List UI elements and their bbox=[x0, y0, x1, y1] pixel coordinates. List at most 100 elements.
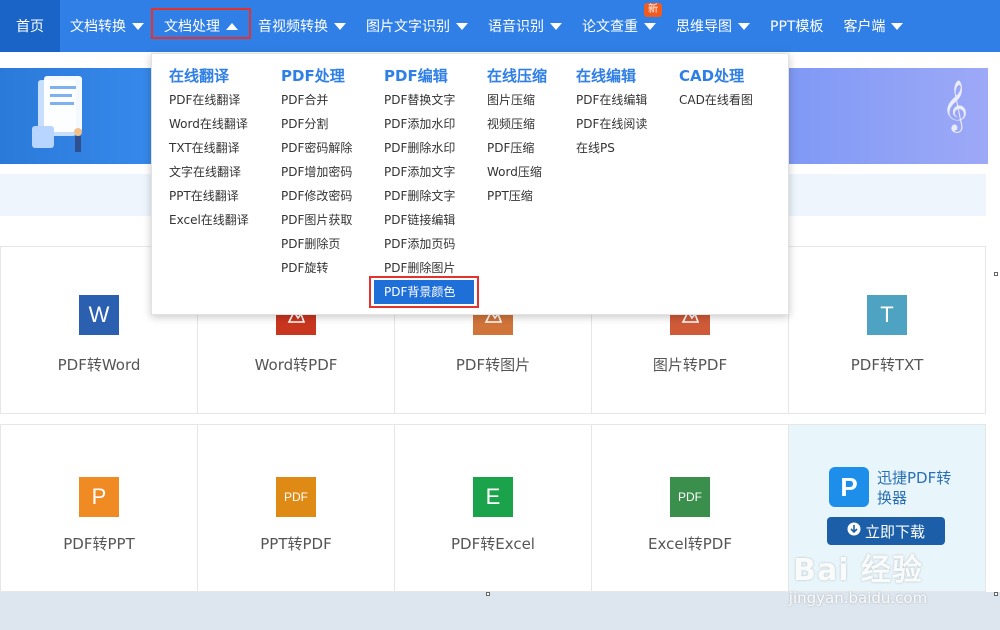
dropdown-item[interactable]: PDF删除水印 bbox=[384, 136, 474, 160]
dropdown-heading[interactable]: PDF处理 bbox=[281, 64, 352, 88]
caret-down-icon bbox=[891, 22, 904, 30]
dropdown-heading[interactable]: CAD处理 bbox=[679, 64, 753, 88]
dropdown-item[interactable]: PDF图片获取 bbox=[281, 208, 352, 232]
dropdown-item[interactable]: PDF删除文字 bbox=[384, 184, 474, 208]
dropdown-item-selected[interactable]: PDF背景颜色 bbox=[369, 276, 479, 308]
nav-item-label: 图片文字识别 bbox=[366, 19, 450, 35]
dropdown-column-cad-process: CAD处理 CAD在线看图 bbox=[679, 64, 753, 112]
caret-down-icon bbox=[738, 22, 750, 30]
caret-down-icon bbox=[644, 22, 656, 30]
dropdown-item[interactable]: 图片压缩 bbox=[487, 88, 547, 112]
nav-item-mindmap[interactable]: 思维导图 bbox=[666, 0, 760, 52]
dropdown-item[interactable]: 文字在线翻译 bbox=[169, 160, 249, 184]
dropdown-item[interactable]: PDF添加文字 bbox=[384, 160, 474, 184]
tool-tile-label: PDF转Word bbox=[57, 356, 141, 374]
nav-item-doc-process[interactable]: 文档处理 bbox=[151, 0, 251, 52]
tool-tile[interactable]: E PDF转Excel bbox=[394, 425, 591, 591]
nav-item-label: 论文查重 bbox=[582, 19, 638, 35]
dropdown-column-online-edit: 在线编辑 PDF在线编辑 PDF在线阅读 在线PS bbox=[576, 64, 647, 160]
ppt-icon: P bbox=[79, 477, 119, 517]
nav-item-doc-convert[interactable]: 文档转换 bbox=[60, 0, 154, 52]
dropdown-heading[interactable]: 在线编辑 bbox=[576, 64, 647, 88]
tool-tile-label: PDF转TXT bbox=[850, 356, 924, 374]
nav-item-label: 音视频转换 bbox=[258, 19, 328, 35]
dropdown-item[interactable]: PDF修改密码 bbox=[281, 184, 352, 208]
dropdown-column-pdf-edit: PDF编辑 PDF替换文字 PDF添加水印 PDF删除水印 PDF添加文字 PDF删除文字… bbox=[369, 64, 479, 308]
nav-item-label: PPT模板 bbox=[770, 19, 824, 35]
caret-up-icon bbox=[226, 22, 238, 30]
nav-item-ppt-template[interactable]: PPT模板 bbox=[760, 0, 833, 52]
tool-tile-label: PDF转PPT bbox=[63, 535, 135, 553]
nav-item-client[interactable]: 客户端 bbox=[833, 0, 913, 52]
dropdown-item[interactable]: PDF压缩 bbox=[487, 136, 547, 160]
nav-item-label: 语音识别 bbox=[488, 19, 544, 35]
caret-down-icon bbox=[456, 22, 468, 30]
dropdown-item[interactable]: Word在线翻译 bbox=[169, 112, 249, 136]
download-icon bbox=[847, 522, 861, 540]
dropdown-item[interactable]: PDF在线阅读 bbox=[576, 112, 647, 136]
caret-down-icon bbox=[550, 22, 562, 30]
tool-tile-label: PDF转Excel bbox=[451, 535, 535, 553]
nav-item-ocr[interactable]: 图片文字识别 bbox=[356, 0, 478, 52]
dropdown-column-pdf-process: PDF处理 PDF合并 PDF分割 PDF密码解除 PDF增加密码 PDF修改密码 PDF图… bbox=[281, 64, 352, 280]
nav-item-speech[interactable]: 语音识别 bbox=[478, 0, 572, 52]
txt-icon: T bbox=[867, 295, 907, 335]
nav-item-label: 文档处理 bbox=[164, 19, 220, 35]
watermark-sub: jingyan.baidu.com bbox=[788, 589, 928, 607]
baidu-watermark: Bai 经验 jingyan.baidu.com bbox=[768, 545, 948, 607]
nav-item-av-convert[interactable]: 音视频转换 bbox=[248, 0, 356, 52]
dropdown-item[interactable]: PDF旋转 bbox=[281, 256, 352, 280]
tool-tile[interactable]: P PDF转PPT bbox=[0, 425, 197, 591]
dropdown-item[interactable]: TXT在线翻译 bbox=[169, 136, 249, 160]
excel-icon: E bbox=[473, 477, 513, 517]
promo-title: 迅捷PDF转换器 bbox=[877, 469, 952, 507]
dropdown-item[interactable]: PDF合并 bbox=[281, 88, 352, 112]
dropdown-item[interactable]: 在线PS bbox=[576, 136, 647, 160]
dropdown-item[interactable]: PDF在线编辑 bbox=[576, 88, 647, 112]
tool-tile[interactable]: PDF PPT转PDF bbox=[197, 425, 394, 591]
dropdown-item[interactable]: PDF添加页码 bbox=[384, 232, 474, 256]
nav-item-label: 文档转换 bbox=[70, 19, 126, 35]
dropdown-heading[interactable]: PDF编辑 bbox=[384, 64, 474, 88]
resize-handle[interactable] bbox=[994, 272, 998, 276]
tool-tile-label: 图片转PDF bbox=[652, 356, 728, 374]
nav-item-home[interactable]: 首页 bbox=[0, 0, 60, 52]
nav-item-thesis-check[interactable]: 论文查重新 bbox=[572, 0, 666, 52]
dropdown-item[interactable]: Word压缩 bbox=[487, 160, 547, 184]
dropdown-heading[interactable]: 在线压缩 bbox=[487, 64, 547, 88]
dropdown-item[interactable]: PDF添加水印 bbox=[384, 112, 474, 136]
tool-tile-label: Excel转PDF bbox=[648, 535, 732, 553]
resize-handle[interactable] bbox=[994, 592, 998, 596]
caret-down-icon bbox=[132, 22, 144, 30]
tool-tile-label: Word转PDF bbox=[254, 356, 338, 374]
dropdown-column-online-compress: 在线压缩 图片压缩 视频压缩 PDF压缩 Word压缩 PPT压缩 bbox=[487, 64, 547, 208]
tool-tile[interactable]: PDF Excel转PDF bbox=[591, 425, 788, 591]
doc-processing-dropdown: 在线翻译 PDF在线翻译 Word在线翻译 TXT在线翻译 文字在线翻译 PPT在线翻译 E… bbox=[151, 53, 789, 315]
dropdown-item[interactable]: PDF链接编辑 bbox=[384, 208, 474, 232]
dropdown-column-online-translate: 在线翻译 PDF在线翻译 Word在线翻译 TXT在线翻译 文字在线翻译 PPT在线翻译 E… bbox=[169, 64, 249, 232]
nav-item-label: 首页 bbox=[16, 19, 44, 35]
dropdown-item[interactable]: PDF在线翻译 bbox=[169, 88, 249, 112]
resize-handle[interactable] bbox=[486, 592, 490, 596]
nav-item-label: 思维导图 bbox=[676, 19, 732, 35]
dropdown-item[interactable]: PDF分割 bbox=[281, 112, 352, 136]
download-button-label: 立即下载 bbox=[864, 522, 925, 541]
pdf-icon: PDF bbox=[276, 477, 316, 517]
dropdown-item[interactable]: Excel在线翻译 bbox=[169, 208, 249, 232]
watermark-main: Bai 经验 bbox=[793, 553, 923, 588]
document-illustration-icon bbox=[32, 76, 82, 152]
pdf-icon: PDF bbox=[670, 477, 710, 517]
dropdown-item[interactable]: PPT在线翻译 bbox=[169, 184, 249, 208]
dropdown-item[interactable]: PDF替换文字 bbox=[384, 88, 474, 112]
dropdown-item[interactable]: PDF删除页 bbox=[281, 232, 352, 256]
dropdown-item[interactable]: PPT压缩 bbox=[487, 184, 547, 208]
new-badge: 新 bbox=[644, 3, 662, 17]
dropdown-item[interactable]: CAD在线看图 bbox=[679, 88, 753, 112]
tool-tile[interactable]: T PDF转TXT bbox=[788, 247, 986, 413]
dropdown-item[interactable]: PDF增加密码 bbox=[281, 160, 352, 184]
download-button[interactable]: 立即下载 bbox=[827, 517, 945, 545]
dropdown-item[interactable]: 视频压缩 bbox=[487, 112, 547, 136]
dropdown-item[interactable]: PDF密码解除 bbox=[281, 136, 352, 160]
dropdown-heading[interactable]: 在线翻译 bbox=[169, 64, 249, 88]
nav-item-label: 客户端 bbox=[843, 19, 886, 35]
